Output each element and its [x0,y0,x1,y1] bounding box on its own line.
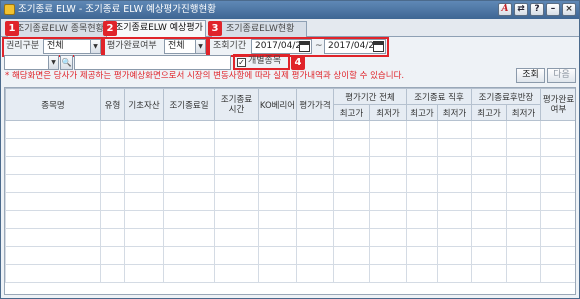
tab-elw-status[interactable]: 조기종료ELW 종목현황 [7,21,107,37]
col-period-low[interactable]: 최저가 [369,104,407,121]
eval-done-value: 전체 [168,41,185,51]
table-row[interactable] [5,174,575,193]
col-ko-barrier[interactable]: KO베리어 [258,88,297,121]
tab-elw-current[interactable]: 조기종료ELW현황 [211,21,307,37]
chevron-down-icon[interactable]: ▼ [195,40,205,53]
date-from-input[interactable]: 2017/04/20 [251,39,312,54]
table-row[interactable] [5,192,575,211]
help-icon[interactable]: ? [530,3,544,16]
callout-badge-2: 2 [103,21,117,36]
stock-name-input[interactable] [74,55,231,70]
col-stock-name[interactable]: 종목명 [5,88,101,121]
col-eval-done[interactable]: 평가완료 여부 [540,88,575,121]
col-after-high[interactable]: 최고가 [406,104,438,121]
table-row[interactable] [5,138,575,157]
tab-elw-expected-eval[interactable]: 조기종료ELW 예상평가 [106,20,206,38]
chevron-down-icon[interactable]: ▼ [48,56,58,69]
stock-code-select[interactable]: ▼ [4,55,59,70]
notice-text: * 해당화면은 당사가 제공하는 평가예상화면으로서 시장의 변동사항에 따라 … [5,71,405,81]
window-title: 조기종료 ELW - 조기종료 ELW 예상평가진행현황 [18,4,216,15]
group-after-half: 조기종료후반장 [471,88,541,105]
table-row[interactable] [5,228,575,247]
table-row[interactable] [5,246,575,265]
next-button[interactable]: 다음 [547,68,576,83]
col-end-time[interactable]: 조기종료 시간 [214,88,259,121]
title-bar: 조기종료 ELW - 조기종료 ELW 예상평가진행현황 A ⇄ ? – × [1,1,579,19]
calendar-icon[interactable] [373,41,384,52]
eval-done-select[interactable]: 전체 ▼ [164,39,206,54]
group-eval-period: 평가기간 전체 [333,88,407,105]
main-window: 조기종료 ELW - 조기종료 ELW 예상평가진행현황 A ⇄ ? – × 조… [0,0,580,299]
col-eval-price[interactable]: 평가가격 [296,88,334,121]
col-end-date[interactable]: 조기종료일 [163,88,215,121]
minimize-icon[interactable]: – [546,3,560,16]
table-row[interactable] [5,120,575,139]
table-row[interactable] [5,210,575,229]
link-icon[interactable]: ⇄ [514,3,528,16]
date-to-input[interactable]: 2017/04/21 [324,39,386,54]
right-type-label: 권리구분 [6,41,40,51]
data-grid: 종목명 유형 기초자산 조기종료일 조기종료 시간 KO베리어 평가가격 평가기… [4,87,576,295]
close-icon[interactable]: × [562,3,576,16]
search-button[interactable]: 조회 [516,68,545,83]
col-after-low[interactable]: 최저가 [437,104,472,121]
table-row[interactable] [5,156,575,175]
right-type-value: 전체 [47,41,64,51]
eval-done-label: 평가완료여부 [107,41,157,51]
date-range-separator: ~ [315,41,323,51]
chevron-down-icon[interactable]: ▼ [90,40,100,53]
col-period-high[interactable]: 최고가 [333,104,370,121]
search-icon[interactable]: 🔍 [60,55,73,70]
group-after-end: 조기종료 직후 [406,88,472,105]
ascending-icon[interactable]: A [498,3,512,16]
individual-label: 개별종목 [248,56,282,66]
col-half-low[interactable]: 최저가 [506,104,541,121]
callout-badge-3: 3 [208,21,222,36]
col-half-high[interactable]: 최고가 [471,104,507,121]
tab-bar: 조기종료ELW 종목현황 조기종료ELW 예상평가 조기종료ELW현황 [1,19,579,38]
individual-checkbox[interactable]: ✓ [237,58,246,67]
col-type[interactable]: 유형 [100,88,125,121]
right-type-select[interactable]: 전체 ▼ [43,39,101,54]
app-icon [4,4,15,15]
callout-badge-1: 1 [5,21,19,36]
callout-badge-4: 4 [291,55,305,70]
calendar-icon[interactable] [299,41,310,52]
col-base-asset[interactable]: 기초자산 [124,88,164,121]
period-label: 조회기간 [213,41,247,51]
table-row[interactable] [5,264,575,283]
window-controls: A ⇄ ? – × [498,3,576,16]
